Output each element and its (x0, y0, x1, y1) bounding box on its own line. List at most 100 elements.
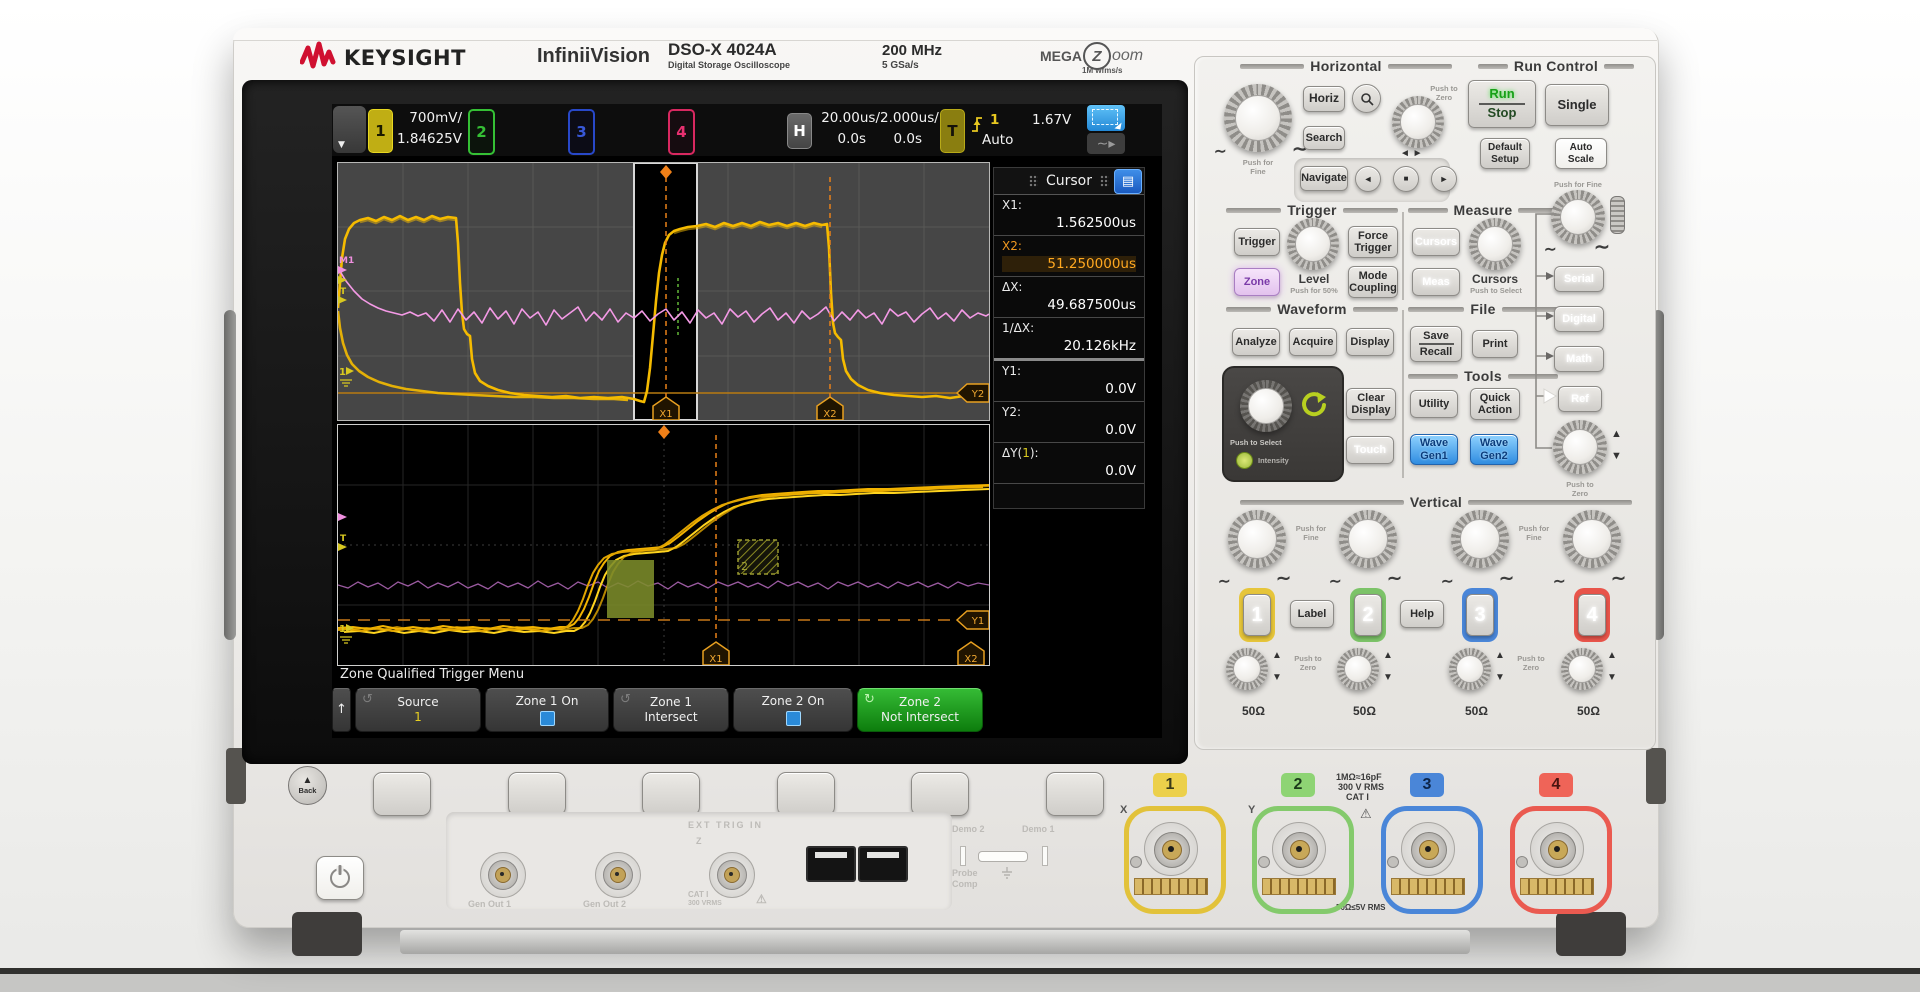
search-button[interactable]: Search (1303, 126, 1345, 150)
horizontal-badge[interactable]: H (787, 113, 812, 149)
ch4-scale-knob[interactable] (1563, 510, 1621, 568)
acquire-button[interactable]: Acquire (1289, 328, 1337, 356)
ch3-scale-knob[interactable] (1451, 510, 1509, 568)
wave-gen2-button[interactable]: Wave Gen2 (1470, 434, 1518, 465)
channel1-badge[interactable]: 1 (368, 109, 393, 153)
softkey-source[interactable]: ↺ Source 1 (355, 688, 481, 732)
navigate-back-button[interactable]: ◄ (1355, 166, 1381, 192)
ch1-scale-knob[interactable] (1228, 510, 1286, 568)
softkey-zone2-on[interactable]: Zone 2 On (733, 688, 853, 732)
utility-button[interactable]: Utility (1410, 390, 1458, 418)
print-button[interactable]: Print (1472, 330, 1518, 358)
ch2-position-knob[interactable] (1337, 648, 1379, 690)
display-button[interactable]: Display (1346, 328, 1394, 356)
channel4-badge[interactable]: 4 (668, 109, 695, 155)
sine-large-icon: ∼ (1499, 568, 1515, 588)
ext-trig-bnc (709, 852, 755, 898)
mode-coupling-button[interactable]: Mode Coupling (1348, 266, 1398, 298)
sine-small-icon: ∼ (1329, 573, 1342, 590)
meas-button[interactable]: Meas (1412, 268, 1460, 296)
down-arrow-icon: ▼ (1611, 450, 1622, 462)
ch4-position-knob[interactable] (1561, 648, 1603, 690)
trigger-section-title: Trigger (1226, 202, 1398, 218)
ch3-position-knob[interactable] (1449, 648, 1491, 690)
default-setup-button[interactable]: Default Setup (1480, 138, 1530, 169)
input4-contacts (1520, 878, 1594, 895)
intensity-thumbwheel[interactable] (1610, 196, 1625, 234)
waveform-section-title: Waveform (1226, 301, 1399, 317)
channel2-badge[interactable]: 2 (468, 109, 495, 155)
touch-button[interactable]: Touch (1346, 436, 1394, 464)
horizontal-section-title: Horizontal (1240, 58, 1453, 74)
input-cat-label: CAT I (1346, 792, 1369, 802)
auto-scale-button[interactable]: Auto Scale (1555, 138, 1607, 169)
waveform-tool-icon[interactable]: ∼▸ (1087, 133, 1125, 154)
sine-small-icon: ∼ (1214, 143, 1227, 160)
channel3-badge[interactable]: 3 (568, 109, 595, 155)
up-arrow-icon: ▲ (1272, 650, 1282, 661)
y-axis-label: Y (1248, 804, 1256, 816)
zone-button[interactable]: Zone (1234, 268, 1280, 296)
cursors-knob[interactable] (1469, 218, 1521, 270)
back-button[interactable]: ▲ Back (288, 766, 327, 805)
analyze-button[interactable]: Analyze (1232, 328, 1280, 356)
ch1-position-knob[interactable] (1226, 648, 1268, 690)
intensity-led (1236, 452, 1253, 469)
search-zoom-button[interactable] (1352, 84, 1381, 113)
cycle-icon: ↺ (362, 692, 373, 707)
ch4-button[interactable]: 4 (1578, 594, 1606, 636)
rc-bottom-knob[interactable] (1553, 420, 1607, 474)
ref-button[interactable]: Ref (1558, 386, 1602, 412)
bezel-softkey-3[interactable] (642, 772, 700, 816)
trigger-badge[interactable]: T (940, 109, 965, 153)
navigate-stop-button[interactable]: ■ (1393, 166, 1419, 192)
bezel-softkey-5[interactable] (911, 772, 969, 816)
cursors-knob-sub: Push to Select (1470, 286, 1522, 295)
bezel-softkey-4[interactable] (777, 772, 835, 816)
lower-graticule-pane[interactable]: 2 X1 X2 Y1 T 1 (337, 424, 990, 666)
zone-select-icon[interactable] (1087, 105, 1125, 131)
push-select-label: Push to Select (1230, 438, 1282, 447)
trigger-level-knob[interactable] (1287, 218, 1339, 270)
label-button[interactable]: Label (1290, 600, 1334, 628)
bezel-softkey-6[interactable] (1046, 772, 1104, 816)
level-sub-label: Push for 50% (1290, 286, 1338, 295)
quick-action-button[interactable]: Quick Action (1470, 388, 1520, 420)
save-recall-button[interactable]: Save Recall (1410, 326, 1462, 362)
horizontal-scale-knob[interactable] (1224, 84, 1292, 152)
ch2-button[interactable]: 2 (1354, 594, 1382, 636)
y2-flag-label: Y2 (971, 389, 984, 400)
ch1-button[interactable]: 1 (1243, 594, 1271, 636)
trigger-button[interactable]: Trigger (1234, 228, 1280, 256)
ch2-scale-knob[interactable] (1339, 510, 1397, 568)
bezel-softkey-1[interactable] (373, 772, 431, 816)
cursors-button[interactable]: Cursors (1412, 228, 1460, 256)
navigate-button[interactable]: Navigate (1300, 166, 1348, 191)
timebase-main-delay: 0.0s (837, 131, 866, 147)
force-trigger-button[interactable]: Force Trigger (1348, 226, 1398, 258)
navigate-forward-button[interactable]: ► (1431, 166, 1457, 192)
sidebar-menu-button[interactable]: ▼ (333, 106, 366, 153)
serial-button[interactable]: Serial (1554, 266, 1604, 292)
cursor-menu-icon[interactable]: ▤ (1114, 169, 1142, 194)
entry-knob[interactable] (1240, 380, 1292, 432)
ch3-button[interactable]: 3 (1466, 594, 1494, 636)
single-button[interactable]: Single (1545, 84, 1609, 126)
softkey-zone2-mode[interactable]: ↻ Zone 2 Not Intersect (857, 688, 983, 732)
menu-back-key[interactable]: ↑ (332, 688, 351, 732)
horizontal-delay-knob[interactable] (1392, 96, 1444, 148)
digital-button[interactable]: Digital (1554, 306, 1604, 332)
drag-grip-icon[interactable] (1100, 175, 1110, 187)
run-stop-button[interactable]: Run Stop (1468, 80, 1536, 128)
help-button[interactable]: Help (1400, 600, 1444, 628)
power-button[interactable] (316, 856, 364, 900)
wave-gen1-button[interactable]: Wave Gen1 (1410, 434, 1458, 465)
softkey-zone1-on[interactable]: Zone 1 On (485, 688, 609, 732)
clear-display-button[interactable]: Clear Display (1346, 388, 1396, 420)
bezel-softkey-2[interactable] (508, 772, 566, 816)
upper-graticule-pane[interactable]: X1 X2 Y2 M1 T 1 (336, 162, 990, 421)
drag-grip-icon[interactable] (1028, 175, 1038, 187)
softkey-zone1-mode[interactable]: ↺ Zone 1 Intersect (613, 688, 729, 732)
horiz-button[interactable]: Horiz (1303, 86, 1345, 112)
math-button[interactable]: Math (1554, 346, 1604, 372)
